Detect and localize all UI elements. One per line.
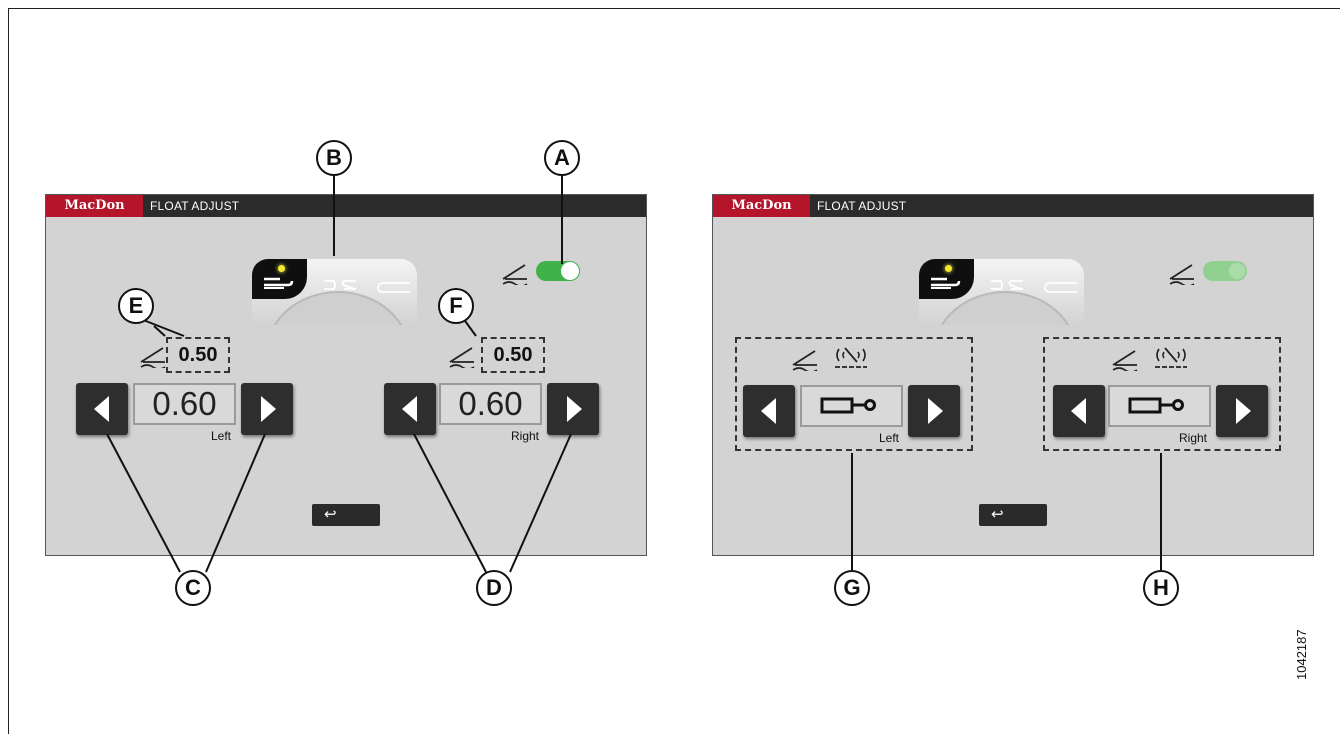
callout-f: F xyxy=(438,288,474,324)
callout-g: G xyxy=(834,570,870,606)
figure-number: 1042187 xyxy=(1294,629,1309,680)
callout-leader-lines xyxy=(106,176,1162,573)
callout-b: B xyxy=(316,140,352,176)
callout-e: E xyxy=(118,288,154,324)
callout-d: D xyxy=(476,570,512,606)
callout-a: A xyxy=(544,140,580,176)
callout-c: C xyxy=(175,570,211,606)
callout-h: H xyxy=(1143,570,1179,606)
